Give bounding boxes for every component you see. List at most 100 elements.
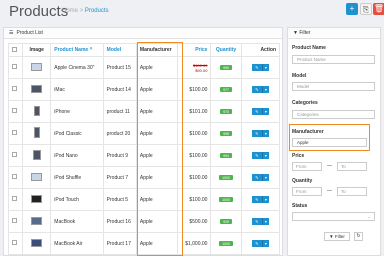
row-checkbox[interactable] (12, 240, 17, 245)
page-header: Products Home > Products + ⎘ 🗑 (0, 0, 384, 24)
column-action: Action (240, 43, 281, 57)
chevron-down-icon[interactable]: ▾ (261, 196, 269, 203)
column-product-name[interactable]: Product Name ^ (50, 43, 104, 57)
product-name: MacBook (50, 210, 104, 233)
chevron-down-icon[interactable]: ▾ (261, 86, 269, 93)
chevron-down-icon[interactable]: ▾ (261, 174, 269, 181)
filter-heading: ▼ Filter (288, 28, 380, 39)
edit-button-group[interactable]: ✎ ▾ (251, 152, 269, 159)
chevron-down-icon[interactable]: ▾ (261, 64, 269, 71)
row-checkbox[interactable] (12, 130, 17, 135)
product-table: Image Product Name ^ Model Manufacturer … (7, 43, 281, 255)
quantity-range-dash: — (327, 188, 332, 194)
edit-button-group[interactable]: ✎ ▾ (251, 64, 269, 71)
column-quantity[interactable]: Quantity (210, 43, 242, 57)
copy-button[interactable]: ⎘ (360, 3, 372, 15)
reset-filter-button[interactable]: ↻ (354, 232, 363, 241)
pencil-icon[interactable]: ✎ (251, 240, 262, 247)
edit-button-group[interactable]: ✎ ▾ (251, 196, 269, 203)
product-name: iPod Classic (50, 122, 104, 145)
pencil-icon[interactable]: ✎ (251, 174, 262, 181)
product-thumbnail (33, 127, 40, 138)
panel-title: Product List (16, 30, 43, 36)
quantity-to-input[interactable]: To (337, 187, 367, 196)
table-header-row: Image Product Name ^ Model Manufacturer … (7, 43, 281, 57)
product-name-input[interactable]: Product Name (292, 55, 375, 64)
trash-icon: 🗑 (373, 4, 384, 13)
chevron-down-icon[interactable]: ▾ (261, 108, 269, 115)
column-model[interactable]: Model (102, 43, 137, 57)
breadcrumb-current[interactable]: Products (85, 8, 109, 14)
table-row: iPod Shuffle Product 7 Apple $100.00 100… (7, 166, 281, 189)
pencil-icon[interactable]: ✎ (251, 86, 262, 93)
product-thumbnail (31, 62, 43, 71)
quantity-badge: 1000 (219, 241, 233, 246)
edit-button-group[interactable]: ✎ ▾ (251, 174, 269, 181)
quantity-badge: 1000 (219, 175, 233, 180)
product-thumbnail (31, 194, 43, 203)
product-model: product 20 (102, 122, 137, 145)
pencil-icon[interactable]: ✎ (251, 152, 262, 159)
edit-button-group[interactable]: ✎ ▾ (251, 86, 269, 93)
row-checkbox[interactable] (12, 174, 17, 179)
filter-button[interactable]: ▼ Filter (324, 232, 350, 241)
quantity-label: Quantity (292, 178, 313, 184)
price-to-input[interactable]: To (337, 162, 367, 171)
edit-button-group[interactable]: ✎ ▾ (251, 218, 269, 225)
chevron-down-icon[interactable]: ▾ (261, 152, 269, 159)
add-product-button[interactable]: + (346, 3, 358, 15)
product-price: $100.00 (177, 144, 212, 167)
quantity-badge: 994 (220, 153, 232, 158)
table-row: MacBook Air Product 17 Apple $1,000.00 1… (7, 232, 281, 255)
breadcrumb: Home > Products (62, 8, 109, 14)
eraser-icon: ↻ (356, 233, 361, 239)
categories-input[interactable]: Categories (292, 110, 375, 119)
filter-icon: ▼ (293, 30, 298, 36)
chevron-down-icon: ⌄ (367, 214, 371, 219)
quantity-from-input[interactable]: From (292, 187, 322, 196)
pencil-icon[interactable]: ✎ (251, 196, 262, 203)
pencil-icon[interactable]: ✎ (251, 64, 262, 71)
product-price: $100.00 (177, 122, 212, 145)
table-row: MacBook Product 16 Apple $500.00 929 ✎ ▾ (7, 210, 281, 233)
product-price: $1,000.00 (177, 232, 212, 255)
row-checkbox[interactable] (12, 108, 17, 113)
delete-button[interactable]: 🗑 (373, 3, 384, 15)
status-select[interactable]: ⌄ (292, 212, 375, 221)
edit-button-group[interactable]: ✎ ▾ (251, 108, 269, 115)
plus-icon: + (349, 4, 355, 13)
chevron-down-icon[interactable]: ▾ (261, 240, 269, 247)
chevron-down-icon[interactable]: ▾ (261, 218, 269, 225)
column-manufacturer[interactable]: Manufacturer (135, 43, 179, 57)
row-checkbox[interactable] (12, 152, 17, 157)
quantity-badge: 990 (220, 65, 232, 70)
pencil-icon[interactable]: ✎ (251, 130, 262, 137)
breadcrumb-home[interactable]: Home (62, 8, 78, 14)
product-manufacturer: Apple (135, 232, 179, 255)
product-name: iPod Nano (50, 144, 104, 167)
product-thumbnail (31, 172, 43, 181)
product-list-panel: ☰ Product List Image Product Name ^ Model… (3, 27, 283, 256)
quantity-badge: 995 (220, 131, 232, 136)
price-label: Price (292, 153, 305, 159)
row-checkbox[interactable] (12, 86, 17, 91)
product-model: product 11 (102, 100, 137, 123)
column-price[interactable]: Price (177, 43, 212, 57)
edit-button-group[interactable]: ✎ ▾ (251, 240, 269, 247)
table-row: iPod Classic product 20 Apple $100.00 99… (7, 122, 281, 145)
select-all-cell (7, 43, 24, 57)
product-name: MacBook Air (50, 232, 104, 255)
product-model: Product 15 (102, 56, 137, 79)
pencil-icon[interactable]: ✎ (251, 108, 262, 115)
product-name: iPod Touch (50, 188, 104, 211)
model-input[interactable]: Model (292, 82, 375, 91)
price-from-input[interactable]: From (292, 162, 322, 171)
select-all-checkbox[interactable] (12, 46, 17, 52)
row-checkbox[interactable] (12, 218, 17, 223)
chevron-down-icon[interactable]: ▾ (261, 130, 269, 137)
edit-button-group[interactable]: ✎ ▾ (251, 130, 269, 137)
row-checkbox[interactable] (12, 64, 17, 69)
row-checkbox[interactable] (12, 196, 17, 201)
pencil-icon[interactable]: ✎ (251, 218, 262, 225)
product-thumbnail (33, 105, 40, 116)
